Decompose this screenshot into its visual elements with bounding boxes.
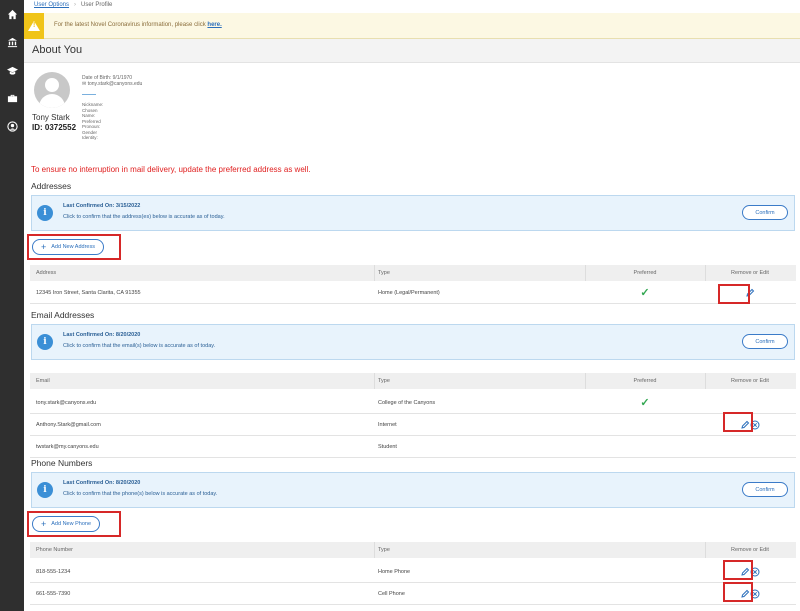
phone-cell: 661-555-7390 <box>36 590 71 597</box>
col-header-address: Address <box>36 270 57 276</box>
type-cell: Cell Phone <box>378 590 405 597</box>
type-cell: College of the Canyons <box>378 399 436 406</box>
col-header-remove-edit: Remove or Edit <box>731 378 769 384</box>
phone-cell: 818-555-1234 <box>36 568 71 575</box>
add-address-button[interactable]: + Add New Address <box>32 239 104 255</box>
highlight-box <box>723 560 753 580</box>
type-cell: Home Phone <box>378 568 411 575</box>
briefcase-icon[interactable] <box>0 90 24 106</box>
type-cell: Home (Legal/Permanent) <box>378 289 440 296</box>
col-header-type: Type <box>378 547 390 553</box>
col-header-remove-edit: Remove or Edit <box>731 270 769 276</box>
table-row: 818-555-1234 Home Phone <box>30 561 796 583</box>
about-header: About You <box>24 39 800 63</box>
user-circle-icon[interactable] <box>0 118 24 134</box>
field-label: Pronoun: <box>82 124 101 129</box>
addresses-last-confirmed: Last Confirmed On: 3/15/2022 <box>63 203 141 209</box>
profile-id: ID: 0372552 <box>32 123 77 132</box>
table-row: 12345 Iron Street, Santa Clarita, CA 913… <box>30 282 796 304</box>
avatar <box>34 72 70 108</box>
highlight-box <box>723 582 753 602</box>
table-header: Phone Number Type Remove or Edit <box>30 542 796 558</box>
plus-icon: + <box>41 242 47 252</box>
covid-message: For the latest Novel Coronavirus informa… <box>54 22 222 28</box>
table-header: Address Type Preferred Remove or Edit <box>30 265 796 281</box>
profile-name-fields: Nickname: Chosen Name: Preferred Pronoun… <box>82 102 103 141</box>
type-cell: Internet <box>378 421 397 428</box>
highlight-box <box>723 412 753 432</box>
phones-table: Phone Number Type Remove or Edit 818-555… <box>30 542 796 606</box>
info-icon: i <box>37 334 53 350</box>
emails-last-confirmed: Last Confirmed On: 8/20/2020 <box>63 332 141 338</box>
covid-link[interactable]: here. <box>207 22 221 28</box>
emails-title: Email Addresses <box>31 310 95 320</box>
breadcrumb: User Options › User Profile <box>34 2 112 8</box>
table-header: Email Type Preferred Remove or Edit <box>30 373 796 389</box>
phones-confirm-box: i Last Confirmed On: 8/20/2020 Click to … <box>31 472 795 508</box>
breadcrumb-user-options[interactable]: User Options <box>34 2 69 8</box>
phones-confirm-text: Click to confirm that the phone(s) below… <box>63 491 218 497</box>
emails-table: Email Type Preferred Remove or Edit tony… <box>30 373 796 458</box>
col-header-preferred: Preferred <box>633 270 657 276</box>
highlight-box <box>718 284 750 304</box>
col-header-email: Email <box>36 378 50 384</box>
addresses-table: Address Type Preferred Remove or Edit 12… <box>30 265 796 305</box>
info-icon: i <box>37 482 53 498</box>
breadcrumb-separator: › <box>74 2 77 8</box>
plus-icon: + <box>41 519 47 529</box>
sidebar <box>0 0 24 611</box>
addresses-confirm-text: Click to confirm that the address(es) be… <box>63 214 225 220</box>
profile-email-line: ✉ tony.stark@canyons.edu <box>82 81 142 87</box>
phones-title: Phone Numbers <box>31 458 93 468</box>
emails-confirm-button[interactable]: Confirm <box>742 334 788 349</box>
emails-confirm-text: Click to confirm that the email(s) below… <box>63 343 216 349</box>
phones-last-confirmed: Last Confirmed On: 8/20/2020 <box>63 480 141 486</box>
col-header-phone: Phone Number <box>36 547 73 553</box>
bank-icon[interactable] <box>0 34 24 50</box>
profile-dob-block: Date of Birth: 9/1/1970 ✉ tony.stark@can… <box>82 75 142 87</box>
col-header-preferred: Preferred <box>633 378 657 384</box>
main-content: User Options › User Profile ! For the late… <box>24 0 800 611</box>
add-phone-button[interactable]: + Add New Phone <box>32 516 101 532</box>
profile-name: Tony Stark <box>32 113 70 122</box>
table-row: twstark@my.canyons.edu Student <box>30 436 796 458</box>
add-phone-label: Add New Phone <box>51 521 92 527</box>
home-icon[interactable] <box>0 6 24 22</box>
warning-icon: ! <box>24 13 44 39</box>
envelope-icon: ✉ <box>82 81 87 87</box>
col-header-type: Type <box>378 378 390 384</box>
addresses-title: Addresses <box>31 181 72 191</box>
email-cell: twstark@my.canyons.edu <box>36 443 99 450</box>
graduation-cap-icon[interactable] <box>0 62 24 78</box>
emails-confirm-box: i Last Confirmed On: 8/20/2020 Click to … <box>31 324 795 360</box>
breadcrumb-current: User Profile <box>81 2 113 8</box>
phones-confirm-button[interactable]: Confirm <box>742 482 788 497</box>
field-label: Nickname: <box>82 102 104 107</box>
field-label: Identity: <box>82 135 98 140</box>
divider <box>82 94 96 95</box>
info-icon: i <box>37 205 53 221</box>
table-row: tony.stark@canyons.edu College of the Ca… <box>30 392 796 414</box>
type-cell: Student <box>378 443 397 450</box>
email-cell: tony.stark@canyons.edu <box>36 399 97 406</box>
col-header-remove-edit: Remove or Edit <box>731 547 769 553</box>
col-header-type: Type <box>378 270 390 276</box>
check-icon: ✓ <box>640 287 650 299</box>
covid-banner: ! For the latest Novel Coronavirus infor… <box>24 13 800 39</box>
page-title: About You <box>32 44 83 56</box>
add-address-label: Add New Address <box>51 244 95 250</box>
address-cell: 12345 Iron Street, Santa Clarita, CA 913… <box>36 289 141 296</box>
email-cell: Anthony.Stark@gmail.com <box>36 421 101 428</box>
profile-email: tony.stark@canyons.edu <box>87 81 143 87</box>
covid-text: For the latest Novel Coronavirus informa… <box>54 22 206 28</box>
table-row: Anthony.Stark@gmail.com Internet <box>30 414 796 436</box>
addresses-confirm-button[interactable]: Confirm <box>742 205 788 220</box>
check-icon: ✓ <box>640 397 650 409</box>
table-row: 661-555-7390 Cell Phone <box>30 583 796 605</box>
addresses-confirm-box: i Last Confirmed On: 3/15/2022 Click to … <box>31 195 795 231</box>
mail-notice: To ensure no interruption in mail delive… <box>31 165 311 174</box>
